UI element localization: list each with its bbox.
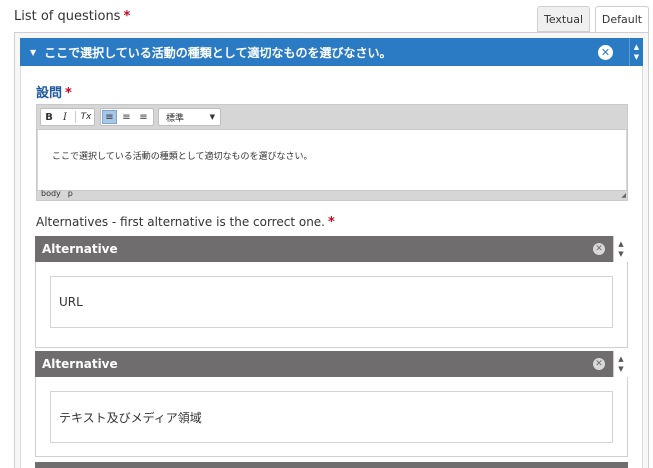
alternative-header-label: Alternative — [42, 242, 118, 256]
move-down-icon[interactable]: ▼ — [618, 249, 623, 259]
alternative-text-field[interactable]: テキスト及びメディア領域 — [50, 391, 613, 443]
required-mark: * — [123, 9, 131, 24]
editor-path-bar: body p — [41, 189, 80, 198]
align-right-button[interactable]: ≡ — [136, 110, 151, 124]
question-field-label: 設問 * — [36, 82, 72, 101]
tab-default[interactable]: Default — [595, 6, 649, 33]
list-label-text: List of questions — [14, 9, 121, 24]
alternative-text-value: URL — [59, 295, 83, 309]
path-p[interactable]: p — [68, 189, 73, 198]
alternative-item: Alternative ✕ ▲ ▼ テキスト及びメディア領域 — [35, 351, 628, 457]
question-remove-icon[interactable]: ✕ — [598, 45, 613, 60]
next-alternative-header-edge — [35, 462, 628, 468]
editor-content-text: ここで選択している活動の種類として適切なものを選びなさい。 — [52, 152, 313, 162]
alternative-item: Alternative ✕ ▲ ▼ URL — [35, 236, 628, 348]
question-header[interactable]: ▼ ここで選択している活動の種類として適切なものを選びなさい。 — [20, 38, 629, 66]
editor-content-area[interactable]: ここで選択している活動の種類として適切なものを選びなさい。 — [38, 129, 626, 191]
alternative-header-label: Alternative — [42, 357, 118, 371]
move-down-icon[interactable]: ▼ — [618, 364, 623, 374]
alternative-header[interactable]: Alternative ✕ ▲ ▼ — [35, 236, 628, 262]
move-up-icon[interactable]: ▲ — [618, 239, 623, 249]
move-up-icon[interactable]: ▲ — [618, 354, 623, 364]
alternative-remove-icon[interactable]: ✕ — [593, 358, 605, 370]
alternative-content: URL — [35, 262, 628, 348]
tab-textual-label: Textual — [543, 12, 583, 26]
format-select[interactable]: 標準 ▼ — [158, 108, 221, 126]
required-mark: * — [328, 215, 335, 230]
alternative-order-arrows[interactable]: ▲ ▼ — [613, 236, 628, 262]
toolbar-separator — [75, 111, 76, 123]
move-down-icon[interactable]: ▼ — [634, 52, 639, 62]
format-select-value: 標準 — [166, 113, 185, 124]
tab-default-label: Default — [601, 13, 643, 26]
italic-button[interactable]: I — [58, 110, 72, 124]
alternatives-label-text: Alternatives - first alternative is the … — [36, 215, 325, 229]
alternative-text-value: テキスト及びメディア領域 — [59, 410, 202, 425]
tab-textual[interactable]: Textual — [537, 6, 590, 32]
alternative-order-arrows[interactable]: ▲ ▼ — [613, 351, 628, 377]
path-body[interactable]: body — [41, 189, 61, 198]
alignment-group: ≡ ≡ ≡ — [100, 108, 154, 126]
question-title: ここで選択している活動の種類として適切なものを選びなさい。 — [44, 45, 392, 60]
required-mark: * — [65, 86, 72, 101]
list-of-questions-label: List of questions * — [14, 9, 130, 24]
alternative-header[interactable]: Alternative ✕ ▲ ▼ — [35, 351, 628, 377]
rich-text-editor: B I Tx ≡ ≡ ≡ 標準 ▼ ここで選択している活動の種類として適切なもの… — [36, 104, 628, 201]
collapse-triangle-icon[interactable]: ▼ — [30, 48, 36, 57]
resize-handle-icon[interactable]: ◢ — [621, 192, 626, 199]
alternative-remove-icon[interactable]: ✕ — [593, 243, 605, 255]
align-left-button[interactable]: ≡ — [102, 110, 117, 124]
question-order-arrows[interactable]: ▲ ▼ — [629, 38, 643, 66]
chevron-down-icon: ▼ — [209, 113, 215, 121]
text-style-group: B I Tx — [40, 108, 95, 126]
bold-button[interactable]: B — [42, 110, 56, 124]
alternatives-label: Alternatives - first alternative is the … — [36, 215, 335, 230]
move-up-icon[interactable]: ▲ — [634, 42, 639, 52]
alternative-content: テキスト及びメディア領域 — [35, 377, 628, 457]
remove-format-button[interactable]: Tx — [79, 110, 93, 124]
alternative-text-field[interactable]: URL — [50, 276, 613, 328]
align-center-button[interactable]: ≡ — [119, 110, 134, 124]
question-field-label-text: 設問 — [36, 86, 63, 101]
